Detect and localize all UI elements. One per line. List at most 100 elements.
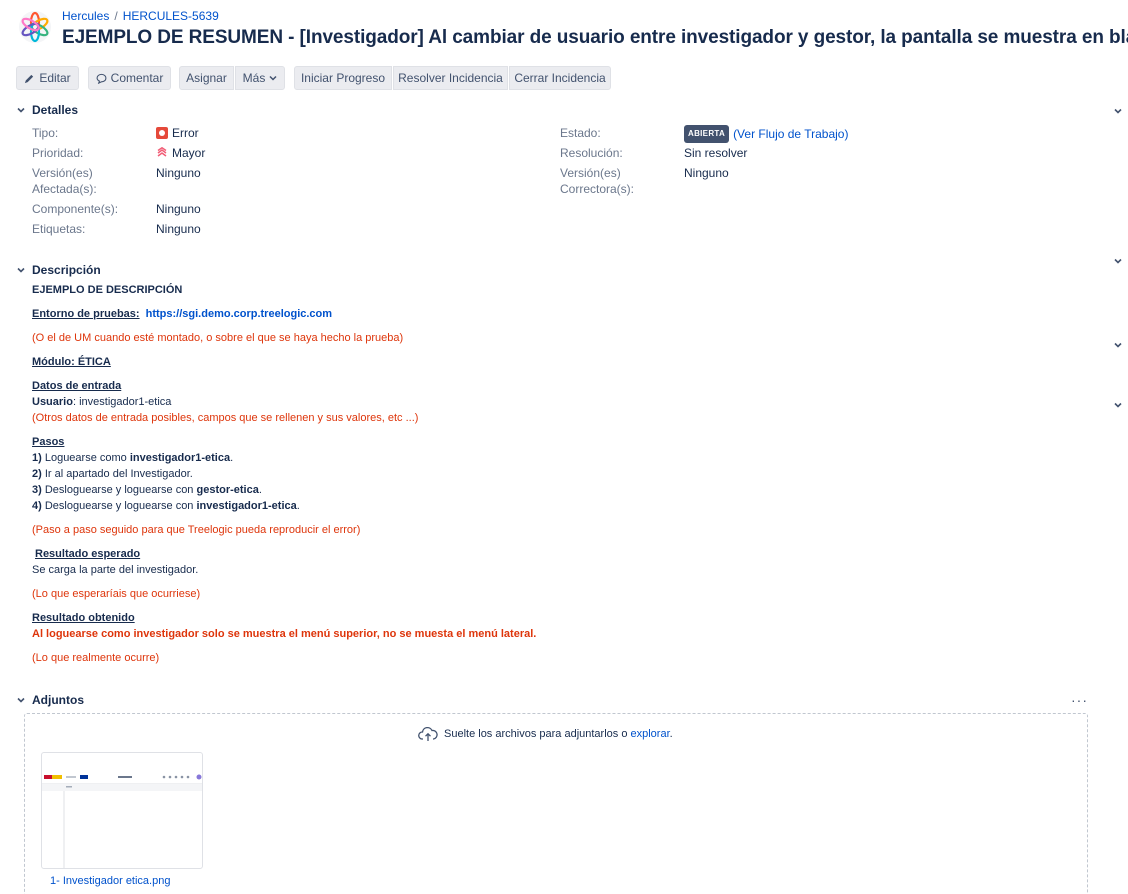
affects-version-label: Versión(es) Afectada(s):	[32, 165, 97, 197]
step-4: 4) Desloguearse y loguearse con investig…	[32, 498, 300, 514]
description-heading: Descripción	[32, 263, 101, 277]
test-environment-link[interactable]: https://sgi.demo.corp.treelogic.com	[146, 308, 332, 320]
resolve-issue-label: Resolver Incidencia	[398, 71, 503, 85]
step-1-end: .	[230, 452, 234, 464]
fix-version-label-line2: Correctora(s):	[560, 182, 635, 196]
fix-version-value: Ninguno	[684, 166, 729, 180]
close-issue-label: Cerrar Incidencia	[514, 71, 606, 85]
comment-button[interactable]: Comentar	[88, 66, 171, 90]
breadcrumb-issue-link[interactable]: HERCULES-5639	[123, 9, 219, 23]
assign-button-label: Asignar	[186, 71, 227, 85]
priority-label: Prioridad:	[32, 146, 84, 160]
priority-major-icon	[157, 147, 167, 157]
step-1-text: Loguearse como	[41, 452, 130, 464]
step-2-number: 2)	[32, 468, 42, 480]
affects-version-label-line1: Versión(es)	[32, 166, 93, 180]
steps-note: (Paso a paso seguido para que Treelogic …	[32, 524, 361, 536]
breadcrumb-separator: /	[114, 9, 118, 23]
more-button[interactable]: Más	[235, 66, 285, 90]
edit-button-label: Editar	[39, 71, 71, 85]
affects-version-value: Ninguno	[156, 166, 201, 180]
breadcrumb-project-link[interactable]: Hercules	[62, 9, 109, 23]
attachment-file-name[interactable]: 1- Investigador etica.png	[50, 875, 170, 887]
step-4-number: 4)	[32, 500, 42, 512]
chevron-down-icon[interactable]	[1112, 105, 1124, 117]
chevron-down-icon	[269, 75, 277, 81]
step-1: 1) Loguearse como investigador1-etica.	[32, 450, 233, 466]
component-value: Ninguno	[156, 202, 201, 216]
close-issue-button[interactable]: Cerrar Incidencia	[509, 66, 611, 90]
type-value: Error	[156, 125, 199, 141]
input-data-note: (Otros datos de entrada posibles, campos…	[32, 412, 419, 424]
resolution-value: Sin resolver	[684, 146, 748, 160]
bug-error-icon	[156, 127, 168, 139]
priority-value-text: Mayor	[172, 146, 206, 160]
breadcrumb: Hercules / HERCULES-5639	[62, 9, 219, 23]
comment-icon	[96, 73, 107, 84]
step-2: 2) Ir al apartado del Investigador.	[32, 466, 193, 482]
step-1-user: investigador1-etica	[129, 452, 231, 464]
chevron-down-icon[interactable]	[1112, 255, 1124, 267]
chevron-down-icon	[17, 107, 25, 113]
test-environment-label: Entorno de pruebas:	[32, 308, 140, 320]
step-4-text: Desloguearse y loguearse con	[41, 500, 197, 512]
attachment-thumbnail[interactable]	[41, 752, 203, 869]
chevron-down-icon[interactable]	[1112, 399, 1124, 411]
status-value: ABIERTA (Ver Flujo de Trabajo)	[684, 125, 848, 143]
type-label: Tipo:	[32, 126, 59, 140]
test-environment-note: (O el de UM cuando esté montado, o sobre…	[32, 332, 404, 344]
chevron-down-icon	[17, 267, 25, 273]
step-3-number: 3)	[32, 484, 42, 496]
steps-heading: Pasos	[32, 436, 65, 448]
details-section-toggle[interactable]: Detalles	[16, 103, 78, 117]
dropzone-text: Suelte los archivos para adjuntarlos o e…	[418, 726, 673, 742]
labels-label: Etiquetas:	[32, 222, 86, 236]
module-label: Módulo: ÉTICA	[32, 356, 111, 368]
status-badge: ABIERTA	[684, 125, 730, 143]
browse-link[interactable]: explorar	[631, 728, 670, 740]
step-4-end: .	[296, 500, 300, 512]
test-environment: Entorno de pruebas: https://sgi.demo.cor…	[32, 306, 332, 322]
step-4-user: investigador1-etica	[196, 500, 297, 512]
step-2-text: Ir al apartado del Investigador.	[41, 468, 193, 480]
edit-button[interactable]: Editar	[16, 66, 79, 90]
labels-value: Ninguno	[156, 222, 201, 236]
fix-version-label-line1: Versión(es)	[560, 166, 621, 180]
step-1-number: 1)	[32, 452, 42, 464]
issue-title[interactable]: EJEMPLO DE RESUMEN - [Investigador] Al c…	[62, 27, 1128, 49]
step-3-text: Desloguearse y loguearse con	[41, 484, 197, 496]
details-heading: Detalles	[32, 103, 79, 117]
affects-version-label-line2: Afectada(s):	[32, 182, 97, 196]
comment-button-label: Comentar	[110, 71, 164, 85]
cloud-upload-icon	[418, 726, 438, 741]
type-value-text: Error	[172, 126, 199, 140]
step-3-end: .	[258, 484, 262, 496]
obtained-result-text: Al loguearse como investigador solo se m…	[32, 628, 537, 640]
resolve-issue-button[interactable]: Resolver Incidencia	[393, 66, 508, 90]
expected-result-note: (Lo que esperaríais que ocurriese)	[32, 588, 201, 600]
step-3-user: gestor-etica	[196, 484, 259, 496]
step-3: 3) Desloguearse y loguearse con gestor-e…	[32, 482, 262, 498]
expected-result-text: Se carga la parte del investigador.	[32, 564, 199, 576]
workflow-link[interactable]: (Ver Flujo de Trabajo)	[733, 126, 848, 142]
attachment-preview-image	[42, 773, 202, 868]
chevron-down-icon[interactable]	[1112, 339, 1124, 351]
obtained-result-note: (Lo que realmente ocurre)	[32, 652, 160, 664]
assign-button[interactable]: Asignar	[179, 66, 234, 90]
dropzone-instruction: Suelte los archivos para adjuntarlos o	[444, 728, 631, 740]
resolution-label: Resolución:	[560, 146, 623, 160]
component-label: Componente(s):	[32, 202, 119, 216]
description-section-toggle[interactable]: Descripción	[16, 263, 101, 277]
input-user-value: : investigador1-etica	[72, 396, 172, 408]
attachments-more-options-icon[interactable]: ···	[1071, 692, 1088, 708]
priority-value: Mayor	[156, 145, 205, 161]
input-user: Usuario: investigador1-etica	[32, 394, 171, 410]
input-data-heading: Datos de entrada	[32, 380, 122, 392]
attachments-section-toggle[interactable]: Adjuntos	[16, 693, 84, 707]
start-progress-button[interactable]: Iniciar Progreso	[294, 66, 392, 90]
description-title: EJEMPLO DE DESCRIPCIÓN	[32, 284, 183, 296]
pencil-icon	[25, 74, 34, 83]
chevron-down-icon	[17, 697, 25, 703]
project-logo-icon[interactable]	[18, 10, 52, 44]
fix-version-label: Versión(es) Correctora(s):	[560, 165, 634, 197]
